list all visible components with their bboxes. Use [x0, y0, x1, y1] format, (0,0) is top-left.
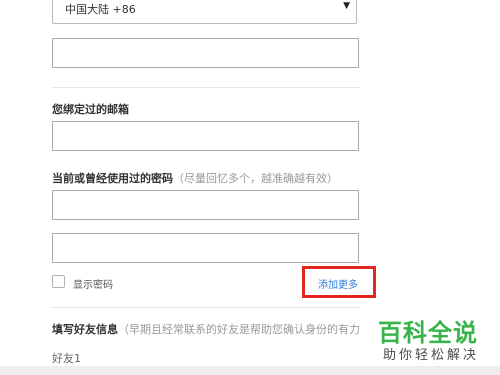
- country-code-select[interactable]: 中国大陆 +86 ▼: [52, 0, 357, 24]
- password-label-text: 当前或曾经使用过的密码: [52, 172, 173, 185]
- show-password-label: 显示密码: [73, 280, 113, 291]
- bottom-bar: [0, 366, 500, 375]
- password-hint: （尽量回忆多个，越准确越有效）: [173, 172, 338, 185]
- add-more-highlight: 添加更多: [302, 266, 376, 298]
- email-label: 您绑定过的邮箱: [52, 103, 129, 116]
- watermark-subtitle: 助你轻松解决: [383, 348, 480, 363]
- phone-number-input[interactable]: [52, 38, 359, 68]
- country-code-value: 中国大陆 +86: [65, 3, 136, 16]
- add-more-link[interactable]: 添加更多: [318, 276, 358, 291]
- password-input-1[interactable]: [52, 190, 359, 220]
- section-divider: [52, 307, 359, 308]
- email-input[interactable]: [52, 121, 359, 151]
- section-divider: [52, 87, 359, 88]
- friend1-label: 好友1: [52, 352, 81, 365]
- show-password-checkbox[interactable]: [52, 275, 65, 288]
- friends-label-text: 填写好友信息: [52, 323, 118, 336]
- password-input-2[interactable]: [52, 233, 359, 263]
- friends-label: 填写好友信息（早期且经常联系的好友是帮助您确认身份的有力: [52, 321, 372, 337]
- dropdown-arrow-icon: ▼: [343, 1, 350, 11]
- friends-hint: （早期且经常联系的好友是帮助您确认身份的有力: [118, 323, 360, 336]
- password-label: 当前或曾经使用过的密码（尽量回忆多个，越准确越有效）: [52, 170, 338, 186]
- watermark-title: 百科全说: [378, 319, 478, 347]
